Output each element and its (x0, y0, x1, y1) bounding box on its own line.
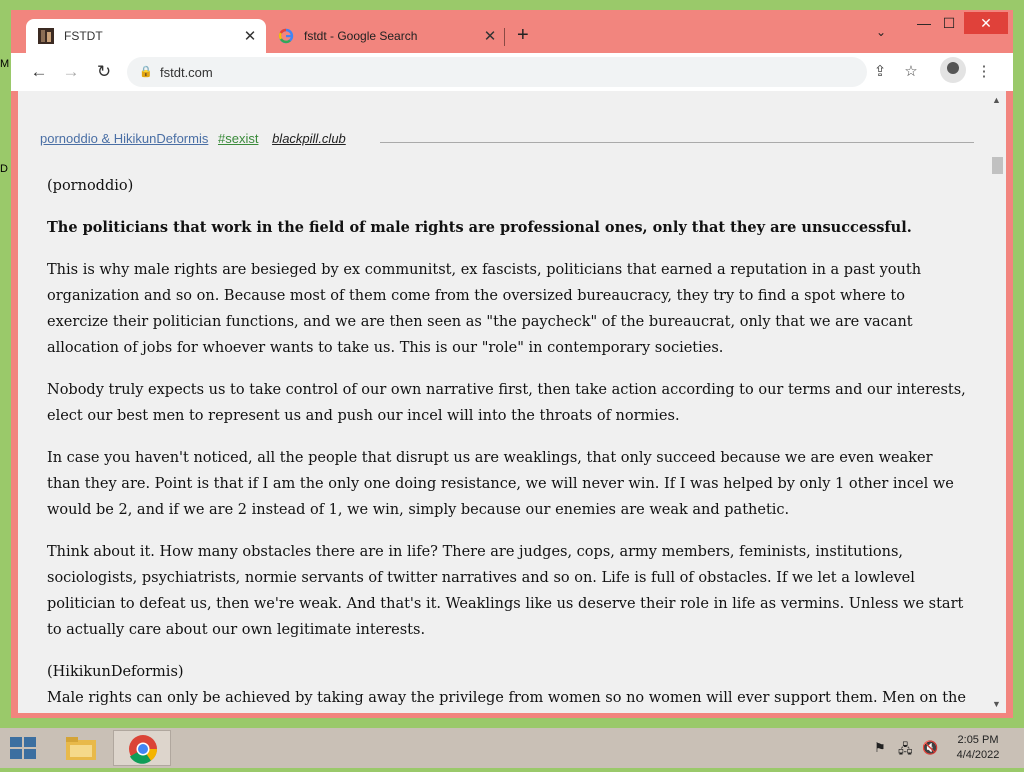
url-text[interactable]: fstdt.com (160, 65, 213, 80)
taskbar: ⚑ 🖧 🔇 2:05 PM 4/4/2022 (0, 728, 1024, 768)
clock-time: 2:05 PM (957, 734, 999, 746)
quote-paragraph: Think about it. How many obstacles there… (47, 544, 964, 638)
maximize-button[interactable]: ☐ (932, 12, 966, 34)
chrome-taskbar-icon[interactable] (113, 730, 171, 766)
authors-link[interactable]: pornoddio & HikikunDeformis (40, 131, 208, 146)
meta-divider (380, 142, 974, 143)
quote-paragraph: In case you haven't noticed, all the peo… (47, 450, 954, 518)
browser-toolbar: ← → ↻ 🔒 fstdt.com ⇪ ☆ ⋮ (11, 53, 1013, 91)
person-icon (947, 62, 959, 74)
quote-paragraph: Nobody truly expects us to take control … (47, 382, 966, 424)
browser-window: FSTDT ✕ fstdt - Google Search ✕ + ⌄ — ☐ … (11, 10, 1013, 718)
address-bar[interactable]: 🔒 fstdt.com (127, 57, 867, 87)
tab-title: FSTDT (64, 29, 103, 43)
quote-body: (pornoddio) The politicians that work in… (47, 173, 967, 713)
desktop-label-m: M (0, 58, 10, 70)
tag-link[interactable]: #sexist (218, 131, 258, 146)
lock-icon[interactable]: 🔒 (139, 65, 153, 78)
system-clock[interactable]: 2:05 PM 4/4/2022 (948, 733, 1008, 763)
source-site-link[interactable]: blackpill.club (272, 131, 346, 146)
scroll-up-arrow-icon[interactable]: ▲ (992, 95, 1001, 105)
action-center-flag-icon[interactable]: ⚑ (874, 740, 886, 756)
scrollbar-thumb[interactable] (992, 157, 1003, 174)
tab-google-search[interactable]: fstdt - Google Search ✕ (266, 19, 506, 53)
bookmark-star-icon[interactable]: ☆ (900, 61, 922, 83)
close-tab-icon[interactable]: ✕ (240, 27, 260, 45)
file-explorer-taskbar-icon[interactable] (52, 730, 110, 766)
quote-paragraph-bold: The politicians that work in the field o… (47, 219, 912, 236)
desktop-label-d: D (0, 163, 8, 175)
quote-paragraph: This is why male rights are besieged by … (47, 262, 922, 356)
tab-fstdt[interactable]: FSTDT ✕ (26, 19, 266, 53)
quote-paragraph: Male rights can only be achieved by taki… (47, 690, 966, 706)
tab-search-chevron-icon[interactable]: ⌄ (876, 25, 886, 39)
quote-paragraph: (pornoddio) (47, 178, 134, 194)
volume-muted-icon[interactable]: 🔇 (922, 740, 938, 756)
post-meta: pornoddio & HikikunDeformis #sexist blac… (40, 131, 346, 146)
tab-separator (504, 28, 505, 46)
second-author-label: (HikikunDeformis) (47, 664, 184, 680)
menu-kebab-icon[interactable]: ⋮ (973, 61, 995, 83)
back-button[interactable]: ← (28, 61, 50, 83)
reload-button[interactable]: ↻ (93, 61, 115, 83)
forward-button[interactable]: → (60, 61, 82, 83)
page-content: pornoddio & HikikunDeformis #sexist blac… (18, 91, 1006, 713)
new-tab-button[interactable]: + (517, 24, 529, 46)
close-tab-icon[interactable]: ✕ (480, 27, 500, 45)
share-icon[interactable]: ⇪ (869, 61, 891, 83)
close-window-button[interactable]: ✕ (964, 12, 1008, 34)
fstdt-favicon (38, 28, 54, 44)
profile-avatar[interactable] (940, 57, 966, 83)
windows-start-button[interactable] (10, 737, 38, 761)
scroll-down-arrow-icon[interactable]: ▼ (992, 699, 1001, 709)
vertical-scrollbar[interactable]: ▲ ▼ (989, 91, 1006, 713)
network-icon[interactable]: 🖧 (898, 740, 913, 762)
tab-title: fstdt - Google Search (304, 29, 418, 43)
title-bar: FSTDT ✕ fstdt - Google Search ✕ + ⌄ — ☐ … (11, 10, 1013, 53)
clock-date: 4/4/2022 (956, 749, 1000, 761)
google-g-icon (278, 28, 294, 44)
